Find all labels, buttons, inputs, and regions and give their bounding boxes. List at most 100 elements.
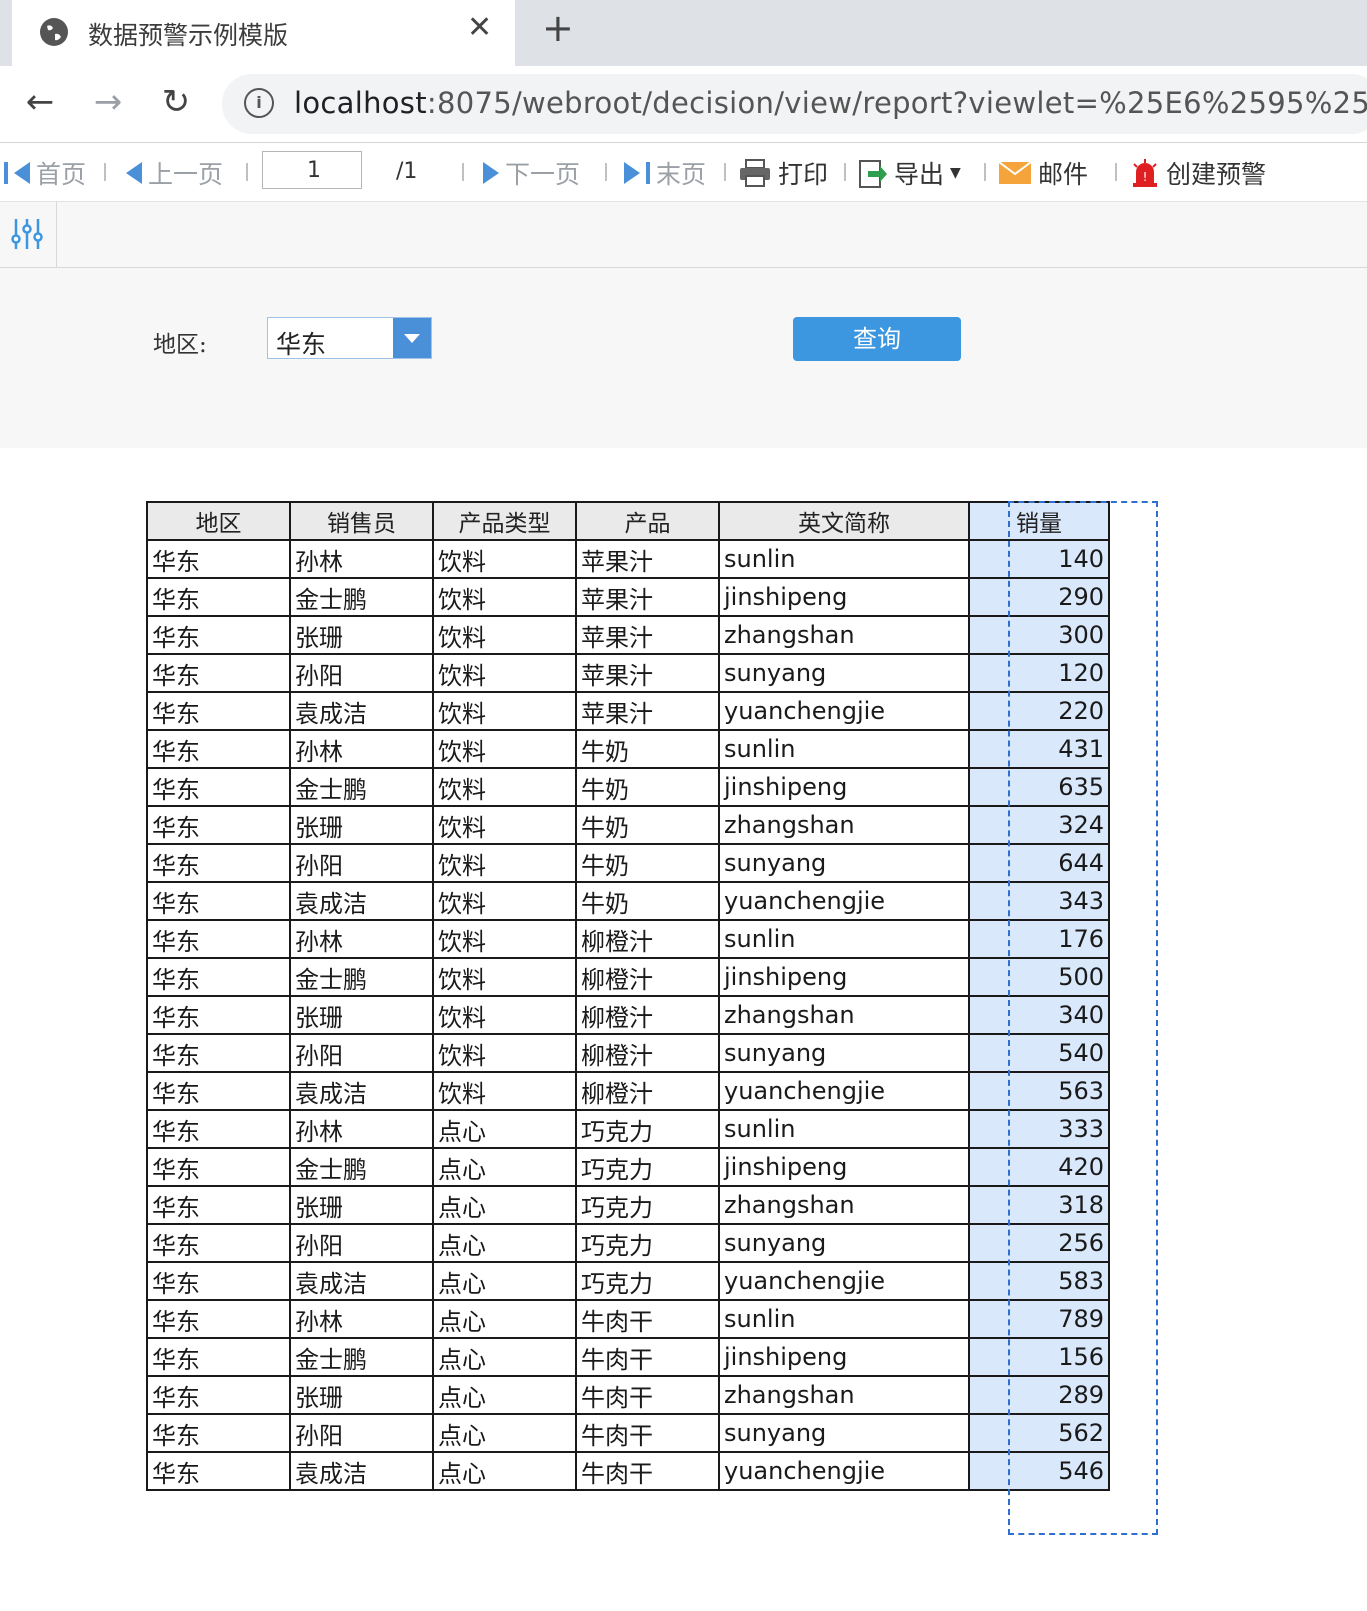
cell-product-type[interactable]: 饮料 bbox=[432, 919, 577, 959]
cell-region[interactable]: 华东 bbox=[146, 1147, 291, 1187]
cell-product-type[interactable]: 饮料 bbox=[432, 577, 577, 617]
cell-product-type[interactable]: 点心 bbox=[432, 1261, 577, 1301]
page-number-input[interactable] bbox=[262, 151, 362, 189]
cell-product[interactable]: 苹果汁 bbox=[575, 577, 720, 617]
create-alert-button[interactable]: ! 创建预警 bbox=[1130, 155, 1266, 191]
forward-arrow-icon[interactable]: → bbox=[84, 78, 132, 126]
cell-english-abbr[interactable]: yuanchengjie bbox=[718, 1451, 970, 1491]
cell-english-abbr[interactable]: sunlin bbox=[718, 919, 970, 959]
cell-english-abbr[interactable]: sunyang bbox=[718, 653, 970, 693]
cell-product-type[interactable]: 饮料 bbox=[432, 729, 577, 769]
cell-sales[interactable]: 340 bbox=[968, 995, 1110, 1035]
cell-sales[interactable]: 343 bbox=[968, 881, 1110, 921]
cell-region[interactable]: 华东 bbox=[146, 615, 291, 655]
cell-salesperson[interactable]: 张珊 bbox=[289, 805, 434, 845]
cell-product-type[interactable]: 饮料 bbox=[432, 539, 577, 579]
region-select[interactable]: 华东 bbox=[267, 317, 432, 359]
cell-product[interactable]: 柳橙汁 bbox=[575, 919, 720, 959]
cell-product-type[interactable]: 点心 bbox=[432, 1109, 577, 1149]
cell-region[interactable]: 华东 bbox=[146, 653, 291, 693]
cell-english-abbr[interactable]: jinshipeng bbox=[718, 1337, 970, 1377]
cell-sales[interactable]: 176 bbox=[968, 919, 1110, 959]
cell-region[interactable]: 华东 bbox=[146, 729, 291, 769]
chevron-down-icon[interactable] bbox=[393, 318, 431, 358]
browser-tab[interactable]: 数据预警示例模版 ✕ bbox=[12, 0, 515, 66]
cell-product[interactable]: 巧克力 bbox=[575, 1185, 720, 1225]
cell-product-type[interactable]: 饮料 bbox=[432, 1071, 577, 1111]
cell-sales[interactable]: 500 bbox=[968, 957, 1110, 997]
cell-region[interactable]: 华东 bbox=[146, 1109, 291, 1149]
cell-english-abbr[interactable]: sunyang bbox=[718, 843, 970, 883]
cell-product[interactable]: 牛奶 bbox=[575, 805, 720, 845]
back-arrow-icon[interactable]: ← bbox=[16, 78, 64, 126]
cell-product[interactable]: 牛奶 bbox=[575, 729, 720, 769]
cell-product-type[interactable]: 饮料 bbox=[432, 767, 577, 807]
cell-region[interactable]: 华东 bbox=[146, 767, 291, 807]
cell-product-type[interactable]: 饮料 bbox=[432, 995, 577, 1035]
cell-product-type[interactable]: 点心 bbox=[432, 1375, 577, 1415]
cell-salesperson[interactable]: 孙林 bbox=[289, 1109, 434, 1149]
cell-region[interactable]: 华东 bbox=[146, 1261, 291, 1301]
cell-product-type[interactable]: 饮料 bbox=[432, 615, 577, 655]
cell-english-abbr[interactable]: sunlin bbox=[718, 1299, 970, 1339]
cell-english-abbr[interactable]: sunlin bbox=[718, 1109, 970, 1149]
cell-salesperson[interactable]: 金士鹏 bbox=[289, 957, 434, 997]
cell-region[interactable]: 华东 bbox=[146, 1337, 291, 1377]
first-page-button[interactable]: 首页 bbox=[4, 155, 86, 191]
close-tab-icon[interactable]: ✕ bbox=[467, 10, 492, 45]
cell-region[interactable]: 华东 bbox=[146, 1413, 291, 1453]
cell-region[interactable]: 华东 bbox=[146, 995, 291, 1035]
cell-sales[interactable]: 300 bbox=[968, 615, 1110, 655]
cell-sales[interactable]: 431 bbox=[968, 729, 1110, 769]
cell-product[interactable]: 柳橙汁 bbox=[575, 957, 720, 997]
cell-salesperson[interactable]: 袁成洁 bbox=[289, 1071, 434, 1111]
cell-salesperson[interactable]: 金士鹏 bbox=[289, 767, 434, 807]
cell-product[interactable]: 牛肉干 bbox=[575, 1337, 720, 1377]
cell-salesperson[interactable]: 孙阳 bbox=[289, 653, 434, 693]
site-info-icon[interactable]: i bbox=[244, 88, 274, 118]
cell-product-type[interactable]: 点心 bbox=[432, 1185, 577, 1225]
cell-region[interactable]: 华东 bbox=[146, 691, 291, 731]
cell-sales[interactable]: 256 bbox=[968, 1223, 1110, 1263]
cell-sales[interactable]: 120 bbox=[968, 653, 1110, 693]
cell-salesperson[interactable]: 孙阳 bbox=[289, 843, 434, 883]
cell-region[interactable]: 华东 bbox=[146, 843, 291, 883]
cell-region[interactable]: 华东 bbox=[146, 1375, 291, 1415]
cell-english-abbr[interactable]: zhangshan bbox=[718, 1375, 970, 1415]
cell-region[interactable]: 华东 bbox=[146, 957, 291, 997]
cell-product[interactable]: 牛奶 bbox=[575, 843, 720, 883]
cell-product[interactable]: 牛肉干 bbox=[575, 1299, 720, 1339]
cell-region[interactable]: 华东 bbox=[146, 577, 291, 617]
cell-region[interactable]: 华东 bbox=[146, 1451, 291, 1491]
cell-english-abbr[interactable]: yuanchengjie bbox=[718, 1261, 970, 1301]
cell-sales[interactable]: 318 bbox=[968, 1185, 1110, 1225]
cell-sales[interactable]: 289 bbox=[968, 1375, 1110, 1415]
cell-product-type[interactable]: 饮料 bbox=[432, 957, 577, 997]
cell-sales[interactable]: 324 bbox=[968, 805, 1110, 845]
cell-sales[interactable]: 583 bbox=[968, 1261, 1110, 1301]
cell-product[interactable]: 柳橙汁 bbox=[575, 1033, 720, 1073]
cell-salesperson[interactable]: 孙林 bbox=[289, 539, 434, 579]
cell-product[interactable]: 柳橙汁 bbox=[575, 995, 720, 1035]
cell-product-type[interactable]: 饮料 bbox=[432, 691, 577, 731]
cell-product-type[interactable]: 点心 bbox=[432, 1223, 577, 1263]
cell-english-abbr[interactable]: yuanchengjie bbox=[718, 691, 970, 731]
parameter-toggle-button[interactable] bbox=[0, 202, 57, 267]
cell-product-type[interactable]: 点心 bbox=[432, 1337, 577, 1377]
cell-salesperson[interactable]: 金士鹏 bbox=[289, 577, 434, 617]
cell-product[interactable]: 巧克力 bbox=[575, 1147, 720, 1187]
cell-sales[interactable]: 540 bbox=[968, 1033, 1110, 1073]
cell-region[interactable]: 华东 bbox=[146, 919, 291, 959]
cell-salesperson[interactable]: 金士鹏 bbox=[289, 1147, 434, 1187]
cell-sales[interactable]: 546 bbox=[968, 1451, 1110, 1491]
cell-english-abbr[interactable]: yuanchengjie bbox=[718, 881, 970, 921]
cell-sales[interactable]: 562 bbox=[968, 1413, 1110, 1453]
cell-region[interactable]: 华东 bbox=[146, 1185, 291, 1225]
cell-salesperson[interactable]: 孙林 bbox=[289, 1299, 434, 1339]
address-bar[interactable]: i localhost:8075/webroot/decision/view/r… bbox=[222, 74, 1367, 134]
cell-region[interactable]: 华东 bbox=[146, 881, 291, 921]
cell-salesperson[interactable]: 孙阳 bbox=[289, 1033, 434, 1073]
cell-product[interactable]: 牛奶 bbox=[575, 881, 720, 921]
cell-english-abbr[interactable]: sunyang bbox=[718, 1223, 970, 1263]
cell-salesperson[interactable]: 袁成洁 bbox=[289, 1261, 434, 1301]
